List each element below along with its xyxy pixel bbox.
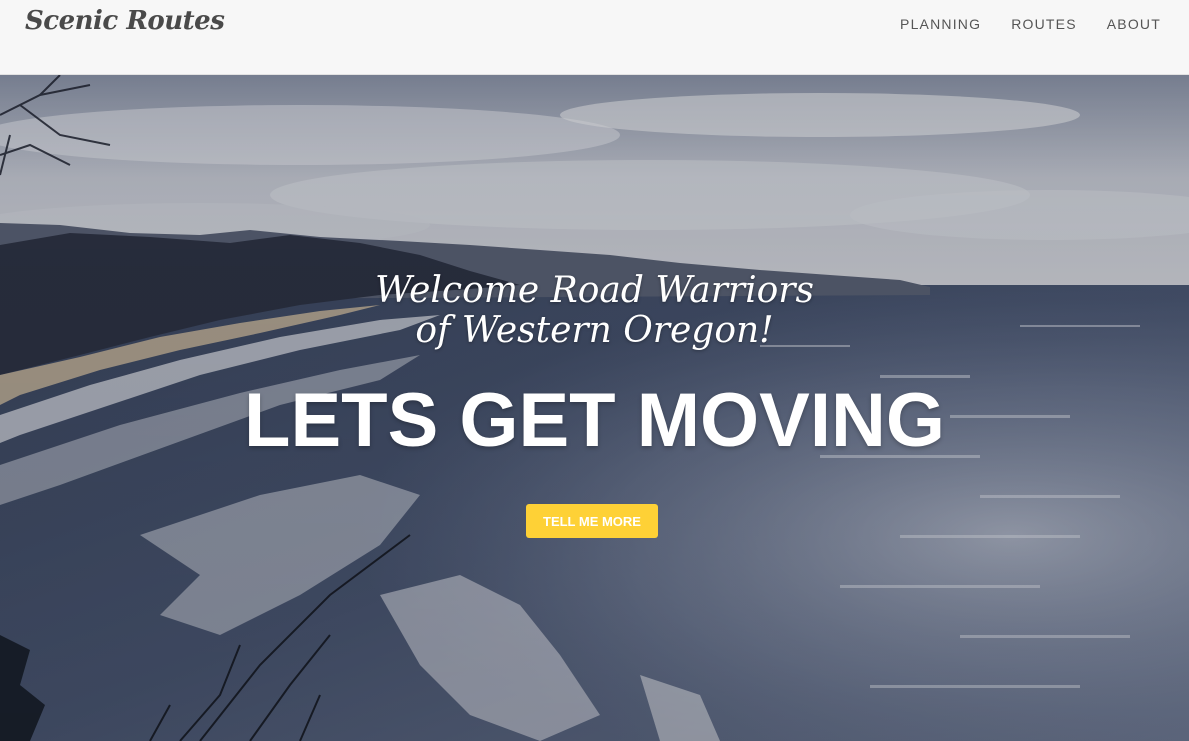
nav-link-routes[interactable]: ROUTES	[1011, 16, 1077, 32]
nav-links: PLANNING ROUTES ABOUT	[900, 16, 1161, 32]
nav-link-about[interactable]: ABOUT	[1107, 16, 1161, 32]
welcome-text: Welcome Road Warriors of Western Oregon!	[0, 271, 1189, 351]
hero-section: Welcome Road Warriors of Western Oregon!…	[0, 75, 1189, 741]
nav-link-planning[interactable]: PLANNING	[900, 16, 981, 32]
tell-me-more-button[interactable]: TELL ME MORE	[526, 504, 658, 538]
hero-content: Welcome Road Warriors of Western Oregon!…	[0, 75, 1189, 741]
brand-logo[interactable]: Scenic Routes	[25, 6, 225, 36]
hero-headline: LETS GET MOVING	[244, 378, 945, 463]
welcome-line-1: Welcome Road Warriors	[375, 270, 814, 311]
navbar: Scenic Routes PLANNING ROUTES ABOUT	[0, 0, 1189, 75]
welcome-line-2: of Western Oregon!	[415, 310, 774, 351]
